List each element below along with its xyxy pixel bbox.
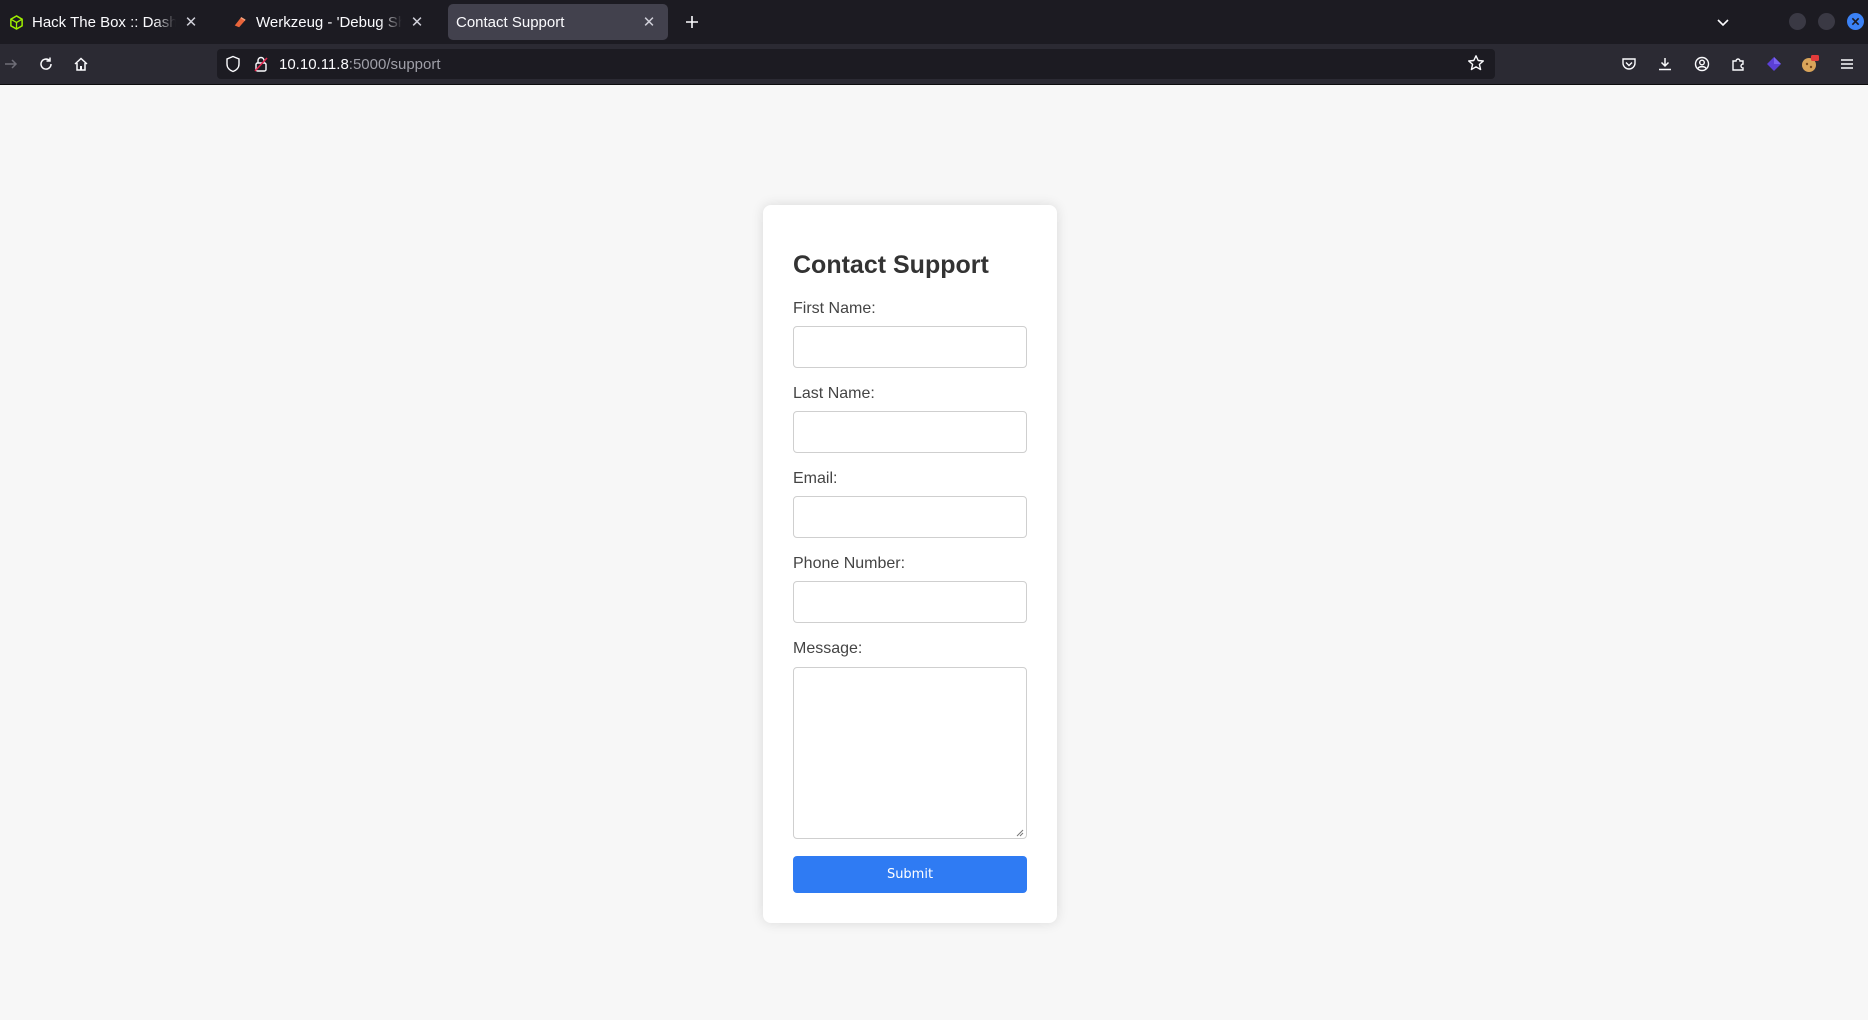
tab-title: Hack The Box :: Dashboard	[32, 13, 176, 31]
phone-number-input[interactable]	[793, 581, 1027, 623]
account-button[interactable]	[1691, 53, 1713, 75]
pocket-icon	[1622, 58, 1636, 70]
url-path: :5000/support	[348, 56, 441, 73]
hamburger-menu-icon	[1841, 59, 1853, 69]
phone-number-label: Phone Number:	[793, 555, 906, 572]
url-host: 10.10.11.8	[279, 56, 349, 73]
close-tab-icon[interactable]: ✕	[182, 13, 200, 31]
puzzle-piece-icon	[1732, 58, 1744, 71]
reload-button[interactable]	[35, 53, 57, 75]
extensions-button[interactable]	[1727, 53, 1749, 75]
pocket-button[interactable]	[1618, 53, 1640, 75]
account-icon	[1694, 56, 1710, 72]
close-tab-icon[interactable]: ✕	[408, 13, 426, 31]
proxy-extension-button[interactable]	[1763, 53, 1785, 75]
last-name-input[interactable]	[793, 411, 1027, 453]
download-icon	[1659, 58, 1671, 71]
cookie-editor-icon	[1802, 55, 1819, 72]
maximize-window-button[interactable]	[1818, 13, 1835, 30]
tab-werkzeug-debug-shell[interactable]: Werkzeug - 'Debug Shell' ✕	[226, 4, 436, 40]
chevron-down-icon	[1717, 19, 1729, 27]
message-textarea[interactable]	[793, 667, 1027, 839]
close-tab-icon[interactable]: ✕	[640, 13, 658, 31]
insecure-lock-icon[interactable]	[253, 55, 269, 78]
tab-hack-the-box[interactable]: Hack The Box :: Dashboard ✕	[2, 4, 210, 40]
tracking-protection-shield-icon[interactable]	[225, 55, 241, 78]
close-icon	[1851, 17, 1860, 26]
cookie-extension-button[interactable]	[1799, 53, 1821, 75]
resize-grip-icon[interactable]	[1014, 827, 1024, 837]
purple-diamond-icon	[1767, 57, 1781, 71]
email-label: Email:	[793, 470, 838, 487]
url-text[interactable]: 10.10.11.8:5000/support	[279, 56, 441, 73]
tab-strip: Hack The Box :: Dashboard ✕ Werkzeug - '…	[0, 0, 1868, 44]
arrow-right-icon	[5, 59, 18, 69]
form-heading: Contact Support	[793, 251, 989, 279]
url-bar[interactable]: 10.10.11.8:5000/support	[217, 49, 1495, 79]
contact-support-card: Contact Support First Name: Last Name: E…	[763, 205, 1057, 923]
list-all-tabs-button[interactable]	[1710, 9, 1736, 35]
first-name-input[interactable]	[793, 326, 1027, 368]
tab-contact-support[interactable]: Contact Support ✕	[448, 4, 668, 40]
first-name-label: First Name:	[793, 300, 876, 317]
close-window-button[interactable]	[1847, 13, 1864, 30]
tab-title: Werkzeug - 'Debug Shell'	[256, 13, 402, 31]
home-button[interactable]	[70, 53, 92, 75]
minimize-window-button[interactable]	[1789, 13, 1806, 30]
new-tab-button[interactable]	[679, 9, 705, 35]
toolbar-divider	[0, 84, 1868, 85]
navigation-toolbar: 10.10.11.8:5000/support	[0, 44, 1868, 84]
email-input[interactable]	[793, 496, 1027, 538]
werkzeug-icon	[232, 14, 248, 30]
submit-button[interactable]: Submit	[793, 856, 1027, 893]
message-label: Message:	[793, 640, 863, 657]
plus-icon	[686, 16, 698, 28]
last-name-label: Last Name:	[793, 385, 875, 402]
application-menu-button[interactable]	[1836, 53, 1858, 75]
bookmark-star-icon[interactable]	[1467, 54, 1485, 77]
reload-icon	[40, 57, 52, 70]
home-icon	[74, 57, 88, 71]
htb-cube-icon	[8, 14, 24, 30]
tab-title: Contact Support	[456, 13, 565, 31]
forward-button[interactable]	[0, 53, 22, 75]
downloads-button[interactable]	[1654, 53, 1676, 75]
